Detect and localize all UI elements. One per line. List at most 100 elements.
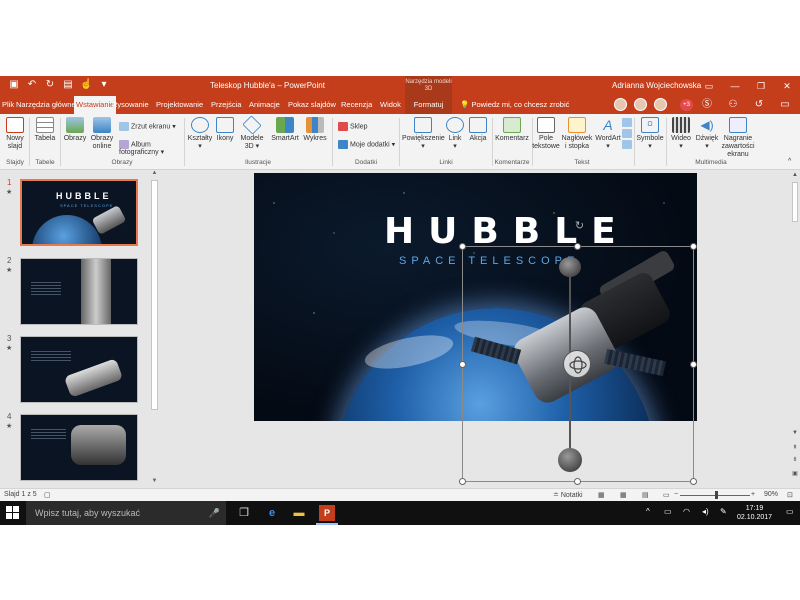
scroll-up-icon[interactable]: ▲ [150, 170, 159, 176]
textbox-button[interactable]: Pole tekstowe [532, 117, 560, 151]
models-3d-button[interactable]: Modele 3D ▾ [238, 115, 266, 151]
undo-icon[interactable]: ↶ [26, 79, 38, 91]
file-explorer-icon[interactable]: ▬ [291, 505, 307, 521]
collaborator-count-badge[interactable]: +3 [680, 99, 693, 111]
store-button[interactable]: Sklep [338, 122, 368, 131]
notes-button[interactable]: ≐ Notatki [553, 491, 583, 499]
symbols-button[interactable]: Ω Symbole ▾ [636, 117, 664, 151]
history-icon[interactable]: ↺ [752, 98, 766, 112]
comments-icon[interactable]: ▭ [778, 98, 792, 112]
microphone-icon[interactable]: 🎤 [209, 501, 220, 525]
thumbnails-scrollbar[interactable]: ▲ ▼ [150, 170, 159, 488]
windows-start-icon[interactable] [6, 506, 20, 520]
collapse-ribbon-icon[interactable]: ^ [788, 158, 791, 165]
images-button[interactable]: Obrazy [62, 117, 88, 143]
save-icon[interactable]: ▣ [8, 79, 20, 91]
show-hidden-icons[interactable]: ^ [646, 507, 650, 516]
resize-handle[interactable] [459, 243, 466, 250]
slide-thumbnail-3[interactable] [20, 336, 138, 403]
resize-handle[interactable] [690, 478, 697, 485]
avatar[interactable] [634, 98, 647, 111]
tell-me-search[interactable]: 💡 Powiedz mi, co chcesz zrobić [460, 96, 569, 114]
previous-slide-icon[interactable]: ⇞ [790, 444, 800, 451]
touch-mode-icon[interactable]: ☝ [80, 79, 92, 91]
wordart-button[interactable]: A WordArt ▾ [594, 117, 622, 151]
resize-handle[interactable] [690, 243, 697, 250]
zoom-in-button[interactable]: + [751, 491, 755, 498]
volume-icon[interactable]: ◂) [702, 507, 709, 516]
zoom-slider-knob[interactable] [715, 491, 718, 499]
present-icon[interactable]: ▤ [62, 79, 74, 91]
resize-handle[interactable] [690, 361, 697, 368]
shapes-button[interactable]: Kształty ▾ [187, 117, 213, 151]
close-icon[interactable]: ✕ [774, 76, 800, 96]
avatar[interactable] [614, 98, 627, 111]
resize-handle[interactable] [574, 243, 581, 250]
tab-home[interactable]: Narzędzia główne [16, 96, 76, 114]
fit-to-window-icon[interactable]: ⊡ [787, 491, 793, 499]
3d-rotate-handle[interactable] [563, 350, 591, 378]
zoom-button[interactable]: Powiększenie ▾ [402, 117, 445, 151]
screenshot-button[interactable]: Zrzut ekranu ▾ [119, 122, 176, 131]
task-view-icon[interactable]: ❐ [236, 505, 252, 521]
spelling-check-icon[interactable]: ▢ [44, 491, 51, 499]
resize-handle[interactable] [459, 478, 466, 485]
clock[interactable]: 17:19 02.10.2017 [737, 504, 772, 522]
taskbar-search[interactable]: Wpisz tutaj, aby wyszukać 🎤 [26, 501, 226, 525]
slide-thumbnail-1[interactable]: HUBBLE SPACE TELESCOPE [20, 179, 138, 246]
chart-button[interactable]: Wykres [302, 117, 328, 143]
customize-qat-icon[interactable]: ▾ [98, 79, 110, 91]
normal-view-icon[interactable]: ▦ [598, 491, 605, 499]
zoom-out-button[interactable]: − [674, 491, 678, 498]
skype-icon[interactable]: Ⓢ [700, 98, 714, 112]
minimize-icon[interactable]: — [722, 76, 748, 96]
tab-design[interactable]: Projektowanie [156, 96, 203, 114]
ribbon-display-icon[interactable]: ▭ [696, 76, 722, 96]
scroll-down-icon[interactable]: ▼ [150, 478, 159, 484]
slide-thumbnail-2[interactable] [20, 258, 138, 325]
share-icon[interactable]: ⚇ [726, 98, 740, 112]
text-extras[interactable] [622, 117, 634, 150]
smartart-button[interactable]: SmartArt [268, 117, 302, 143]
scrollbar-thumb[interactable] [151, 180, 158, 410]
edge-icon[interactable]: e [264, 505, 280, 521]
tablet-mode-icon[interactable]: ▭ [664, 507, 672, 516]
fit-slide-icon[interactable]: ▣ [790, 470, 800, 477]
slideshow-view-icon[interactable]: ▭ [663, 491, 670, 499]
scroll-down-icon[interactable]: ▼ [790, 430, 800, 436]
tab-review[interactable]: Recenzja [341, 96, 372, 114]
new-slide-button[interactable]: Nowy slajd [4, 117, 26, 151]
zoom-level[interactable]: 90% [764, 491, 778, 498]
tab-file[interactable]: Plik [2, 96, 14, 114]
tab-insert[interactable]: Wstawianie [74, 96, 117, 114]
tab-animations[interactable]: Animacje [249, 96, 280, 114]
tab-draw[interactable]: Rysowanie [112, 96, 149, 114]
next-slide-icon[interactable]: ⇟ [790, 456, 800, 463]
table-button[interactable]: Tabela [32, 117, 58, 143]
avatar[interactable] [654, 98, 667, 111]
reading-view-icon[interactable]: ▤ [642, 491, 649, 499]
3d-tilt-handle-top[interactable] [559, 257, 581, 277]
resize-handle[interactable] [574, 478, 581, 485]
my-addins-button[interactable]: Moje dodatki ▾ [338, 140, 395, 149]
link-button[interactable]: Link ▾ [444, 117, 466, 151]
restore-icon[interactable]: ❐ [748, 76, 774, 96]
slide-sorter-icon[interactable]: ▦ [620, 491, 627, 499]
tab-view[interactable]: Widok [380, 96, 401, 114]
header-footer-button[interactable]: Nagłówek i stopka [561, 117, 593, 151]
rotate-handle-icon[interactable]: ↻ [573, 220, 586, 233]
audio-button[interactable]: ◀) Dźwięk ▾ [694, 117, 720, 151]
canvas-scrollbar[interactable]: ▲ ▼ ⇞ ⇟ ▣ [790, 170, 800, 488]
comment-button[interactable]: Komentarz [494, 117, 530, 143]
tab-transitions[interactable]: Przejścia [211, 96, 241, 114]
user-name[interactable]: Adrianna Wojciechowska [612, 81, 701, 90]
tab-format[interactable]: Formatuj [405, 96, 452, 114]
icons-button[interactable]: Ikony [214, 117, 236, 143]
3d-tilt-handle-bottom[interactable] [558, 448, 582, 472]
resize-handle[interactable] [459, 361, 466, 368]
scrollbar-thumb[interactable] [792, 182, 798, 222]
slide-thumbnail-4[interactable] [20, 414, 138, 481]
powerpoint-icon[interactable]: P [319, 505, 335, 521]
tab-slideshow[interactable]: Pokaz slajdów [288, 96, 336, 114]
pen-icon[interactable]: ✎ [720, 507, 727, 516]
